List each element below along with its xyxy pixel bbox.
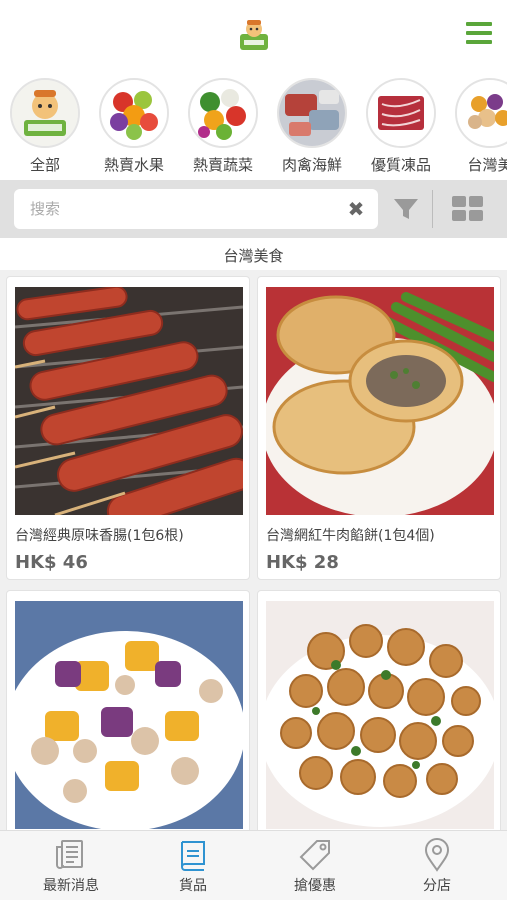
product-name: 台灣經典原味香腸(1包6根) — [15, 528, 184, 544]
vegetable-icon — [188, 78, 258, 148]
sausage-image — [15, 287, 243, 515]
category-label: 熱賣水果 — [103, 156, 164, 174]
farm-mascot-icon — [10, 78, 80, 148]
category-strip: 全部 熱賣水果 熱賣蔬菜 肉禽海鮮 優質凍品 台灣美 — [0, 72, 507, 180]
category-vegetable[interactable]: 熱賣蔬菜 — [183, 78, 263, 178]
category-label: 台灣美 — [467, 156, 507, 174]
product-card[interactable] — [6, 590, 250, 830]
product-name: 台灣網紅牛肉餡餅(1包4個) — [266, 528, 435, 544]
hamburger-menu-icon[interactable] — [466, 22, 496, 48]
clear-icon[interactable]: ✖ — [346, 199, 366, 219]
section-title: 台灣美食 — [223, 247, 284, 265]
product-card[interactable]: 台灣經典原味香腸(1包6根) HK$ 46 — [6, 276, 250, 580]
nav-label: 貨品 — [179, 878, 207, 894]
nav-products[interactable]: 貨品 — [130, 831, 256, 900]
fruit-icon — [99, 78, 169, 148]
category-label: 肉禽海鮮 — [281, 156, 342, 174]
category-label: 熱賣蔬菜 — [192, 156, 253, 174]
grid-view-icon[interactable] — [452, 196, 484, 222]
beef-pie-image — [266, 287, 494, 515]
search-field[interactable]: ✖ — [14, 189, 378, 229]
product-card[interactable]: 台灣網紅牛肉餡餅(1包4個) HK$ 28 — [257, 276, 501, 580]
search-input[interactable] — [30, 189, 340, 229]
product-price: HK$ 46 — [15, 552, 88, 573]
category-taiwan-food[interactable]: 台灣美 — [450, 78, 507, 178]
app-header — [0, 0, 507, 72]
category-label: 優質凍品 — [370, 156, 431, 174]
meat-seafood-icon — [277, 78, 347, 148]
category-frozen[interactable]: 優質凍品 — [361, 78, 441, 178]
category-meat-seafood[interactable]: 肉禽海鮮 — [272, 78, 352, 178]
frozen-meat-icon — [366, 78, 436, 148]
nav-label: 搶優惠 — [294, 878, 336, 894]
nav-news[interactable]: 最新消息 — [8, 831, 134, 900]
nav-stores[interactable]: 分店 — [374, 831, 500, 900]
book-icon — [175, 837, 211, 873]
bottom-nav: 最新消息 貨品 搶優惠 分店 — [0, 830, 507, 900]
product-price: HK$ 28 — [266, 552, 339, 573]
category-fruit[interactable]: 熱賣水果 — [94, 78, 174, 178]
farm-logo-icon[interactable] — [238, 18, 270, 52]
tag-icon — [297, 837, 333, 873]
popcorn-chicken-image — [266, 601, 494, 829]
category-all[interactable]: 全部 — [5, 78, 85, 178]
filter-icon[interactable] — [392, 196, 420, 222]
search-bar: ✖ — [0, 180, 507, 238]
nav-label: 分店 — [423, 878, 451, 894]
taro-balls-image — [15, 601, 243, 829]
product-card[interactable] — [257, 590, 501, 830]
nav-label: 最新消息 — [43, 878, 99, 894]
location-pin-icon — [419, 837, 455, 873]
taiwan-food-icon — [455, 78, 507, 148]
nav-deals[interactable]: 搶優惠 — [252, 831, 378, 900]
news-icon — [53, 837, 89, 873]
category-label: 全部 — [29, 156, 60, 174]
product-grid: 台灣經典原味香腸(1包6根) HK$ 46 台灣網紅牛肉餡餅(1包4個) HK$… — [0, 270, 507, 830]
toolbar-divider — [432, 190, 433, 228]
